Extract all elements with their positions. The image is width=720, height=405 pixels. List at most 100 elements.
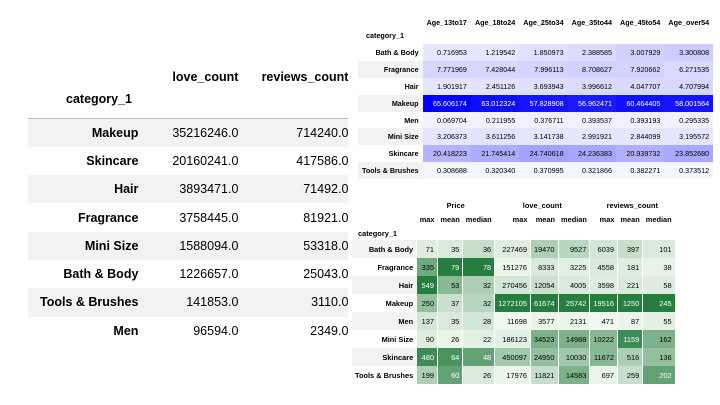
heatmap-cell: 0.370995 — [519, 162, 568, 180]
reviews-count-cell: 25043.0 — [303, 267, 349, 282]
heatmap-cell: 4005 — [557, 276, 590, 294]
heatmap-cell: 549 — [416, 276, 438, 294]
table-row: Tools & Brushes 141853.0 3110.0 — [28, 288, 349, 317]
heatmap-cell: 11821 — [529, 366, 559, 384]
table-row: Makeup 35216246.0 714240.0 — [28, 118, 349, 147]
row-label: Makeup — [358, 94, 423, 112]
index-name: category_1 — [358, 228, 398, 238]
love-count-cell: 35216246.0 — [172, 125, 239, 140]
heatmap-cell: 471 — [589, 312, 618, 330]
row-label: Fragrance — [358, 60, 423, 78]
heatmap-cell: 22 — [462, 330, 495, 348]
heatmap-cell: 56.962471 — [567, 94, 617, 112]
table-row: Bath & Body 0.716953 1.219542 1.850973 2.388… — [358, 44, 714, 61]
heatmap-cell: 90 — [416, 330, 438, 348]
heatmap-cell: 7.428044 — [470, 60, 520, 78]
heatmap-cell: 23.852680 — [664, 145, 714, 163]
heatmap-cell: 64 — [436, 348, 463, 366]
heatmap-cell: 26 — [436, 330, 463, 348]
subcolumn-header: mean — [440, 214, 460, 224]
heatmap-cell: 3.996612 — [567, 77, 617, 95]
column-header: Age_18to24 — [474, 18, 516, 27]
corner-cell — [358, 14, 423, 31]
subcolumn-header: max — [512, 214, 528, 224]
column-header-reviews-count: reviews_count — [261, 70, 349, 84]
heatmap-cell: 3.195572 — [664, 128, 714, 146]
row-label: Skincare — [352, 348, 417, 366]
heatmap-cell: 19470 — [529, 240, 559, 258]
heatmap-cell: 55 — [642, 312, 675, 330]
heatmap-cell: 0.393193 — [616, 111, 665, 129]
heatmap-cell: 0.393537 — [567, 111, 617, 129]
heatmap-cell: 1272105 — [494, 294, 531, 312]
heatmap-cell: 57.828908 — [519, 94, 568, 112]
row-label: Skincare — [388, 149, 419, 159]
heatmap-cell: 21.745414 — [470, 145, 520, 163]
table-row: Men 0.069704 0.211955 0.376711 0.393537 0.393… — [358, 111, 714, 129]
row-label: Tools & Brushes — [40, 295, 139, 310]
metrics-table-body: Bath & Body 71 35 36 227469 19470 9527 6039 397 1… — [352, 240, 675, 384]
heatmap-cell: 48 — [462, 348, 495, 366]
column-header-love-count: love_count — [172, 70, 239, 84]
heatmap-cell: 270456 — [494, 276, 531, 294]
age-heatmap-table: Age_13to17 Age_18to24 Age_25to34 Age_35to44… — [358, 14, 714, 180]
heatmap-cell: 87 — [616, 312, 643, 330]
row-label: Hair — [114, 182, 139, 197]
table-row: Men 137 35 28 11698 3577 2131 471 87 55 — [352, 312, 675, 330]
heatmap-cell: 250 — [416, 294, 438, 312]
heatmap-cell: 12054 — [529, 276, 559, 294]
heatmap-cell: 7.996113 — [519, 60, 568, 78]
heatmap-cell: 2.991921 — [567, 128, 617, 146]
heatmap-cell: 26 — [462, 366, 495, 384]
heatmap-cell: 0.382271 — [616, 162, 665, 180]
age-table-body: Bath & Body 0.716953 1.219542 1.850973 2.388… — [358, 44, 714, 180]
heatmap-cell: 3.141738 — [519, 128, 568, 146]
heatmap-cell: 186123 — [494, 330, 531, 348]
table-row: Skincare 480 64 48 450097 24950 10030 11672 516 1… — [352, 348, 675, 366]
heatmap-cell: 2.451126 — [470, 77, 520, 95]
table-row: Hair 3893471.0 71492.0 — [28, 175, 349, 204]
summary-table-body: Makeup 35216246.0 714240.0 Skincare 20160241… — [28, 118, 349, 345]
summary-table: love_count reviews_count category_1 Make… — [28, 62, 349, 345]
table-row: Fragrance 3758445.0 81921.0 — [28, 203, 348, 231]
column-header: Age_over54 — [668, 18, 710, 27]
heatmap-cell: 1250 — [616, 294, 643, 312]
reviews-count-cell: 714240.0 — [296, 125, 349, 140]
heatmap-cell: 71 — [416, 240, 438, 258]
heatmap-cell: 24.236383 — [567, 145, 617, 163]
heatmap-cell: 65.606174 — [422, 94, 471, 112]
column-header: Age_13to17 — [426, 18, 467, 27]
subcolumn-header: mean — [620, 214, 640, 224]
heatmap-cell: 7.771969 — [422, 60, 471, 78]
reviews-count-cell: 81921.0 — [303, 210, 349, 225]
table-row: Mini Size 1588094.0 53318.0 — [28, 231, 349, 260]
heatmap-cell: 14583 — [557, 366, 590, 384]
love-count-cell: 3758445.0 — [179, 210, 239, 225]
heatmap-cell: 38 — [642, 258, 675, 276]
heatmap-cell: 516 — [616, 348, 643, 366]
column-header: Age_45to54 — [620, 18, 661, 27]
heatmap-cell: 1.901917 — [422, 77, 471, 95]
heatmap-cell: 0.069704 — [422, 111, 471, 129]
row-label: Fragrance — [77, 210, 139, 225]
love-count-cell: 1226657.0 — [179, 267, 239, 282]
table-row: Makeup 65.606174 63.012324 57.828908 56.9624… — [358, 94, 714, 112]
heatmap-cell: 4558 — [589, 258, 618, 276]
heatmap-cell: 0.321866 — [567, 162, 617, 180]
love-count-cell: 96594.0 — [193, 323, 239, 338]
subcolumn-header: max — [599, 214, 615, 224]
corner-cell — [352, 198, 417, 212]
heatmap-cell: 0.295335 — [664, 111, 714, 129]
heatmap-cell: 34523 — [529, 330, 559, 348]
heatmap-cell: 37 — [436, 294, 463, 312]
love-count-cell: 20160241.0 — [172, 153, 239, 168]
heatmap-cell: 181 — [616, 258, 643, 276]
heatmap-cell: 136 — [642, 348, 675, 366]
row-label: Mini Size — [358, 128, 423, 146]
heatmap-cell: 2.844099 — [616, 128, 665, 146]
heatmap-cell: 450097 — [494, 348, 531, 366]
love-count-cell: 3893471.0 — [179, 182, 239, 197]
heatmap-cell: 3577 — [529, 312, 559, 330]
heatmap-cell: 60.464405 — [616, 94, 665, 112]
subcolumn-header: max — [419, 214, 435, 224]
